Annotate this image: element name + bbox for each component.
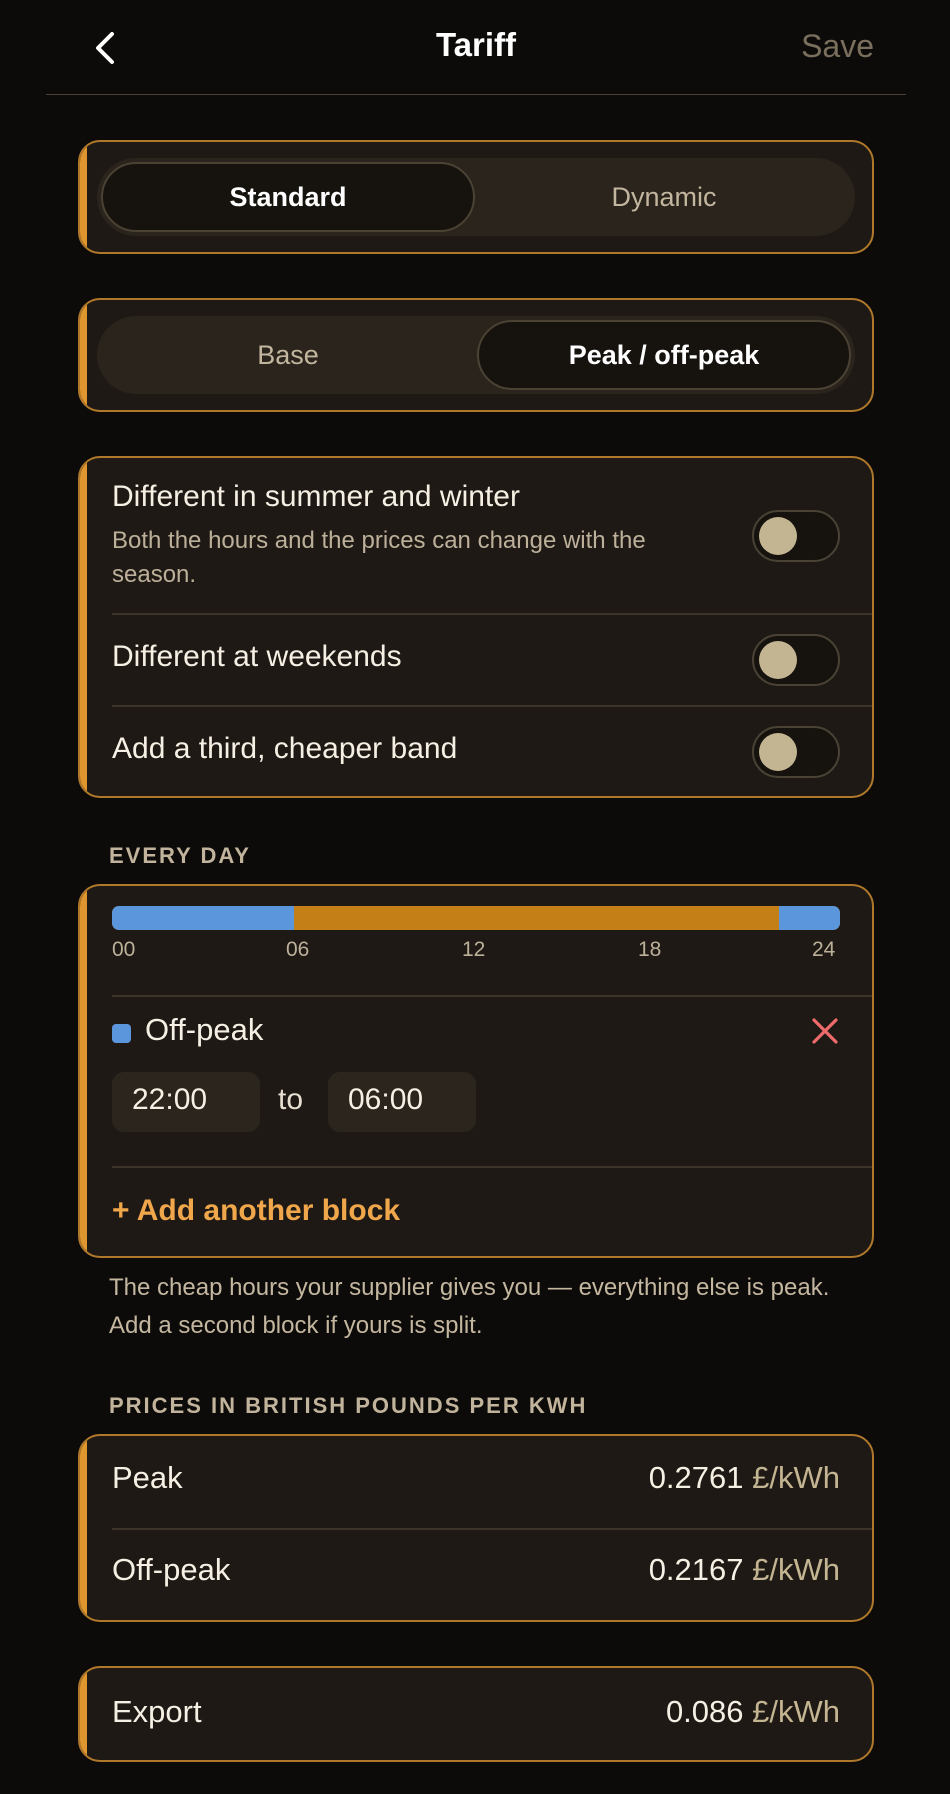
divider [112, 613, 872, 615]
options-card: Different in summer and winter Both the … [78, 456, 874, 798]
price-unit: £/kWh [752, 1694, 840, 1729]
page-title: Tariff [435, 26, 517, 63]
off-peak-price-label: Off-peak [112, 1552, 231, 1587]
timeline-off-peak-morning [112, 906, 294, 930]
schedule-card: 00 06 12 18 24 Off-peak 22:00 to 06:00 +… [78, 884, 874, 1258]
tick-label: 12 [462, 938, 486, 961]
toggle-knob [759, 517, 797, 555]
export-price-value: 0.086 [665, 1694, 744, 1729]
schedule-section-label: EVERY DAY [109, 843, 251, 868]
peak-price-value: 0.2761 [648, 1460, 744, 1495]
toggle-knob [759, 733, 797, 771]
weekends-title: Different at weekends [112, 640, 402, 673]
save-button[interactable]: Save [801, 28, 874, 65]
day-timeline-bar [112, 906, 840, 930]
off-peak-color-swatch [112, 1024, 131, 1043]
block-start-time-field[interactable]: 22:00 [112, 1072, 260, 1132]
off-peak-price-value: 0.2167 [648, 1552, 744, 1587]
tick-label: 00 [112, 938, 136, 961]
off-peak-block: Off-peak 22:00 to 06:00 [80, 996, 872, 1166]
tariff-type-card: Standard Dynamic [78, 140, 874, 254]
close-icon[interactable] [808, 1014, 842, 1048]
prices-card: Peak 0.2761 £/kWh Off-peak 0.2167 £/kWh [78, 1434, 874, 1622]
peak-price-input[interactable]: 0.2761 £/kWh [649, 1460, 840, 1496]
tariff-mode-segmented-control: Base Peak / off-peak [97, 316, 855, 394]
seasonal-title: Different in summer and winter [112, 480, 520, 513]
export-card: Export 0.086 £/kWh [78, 1666, 874, 1762]
divider [112, 1166, 872, 1168]
price-unit: £/kWh [752, 1552, 840, 1587]
tariff-type-standard[interactable]: Standard [101, 162, 475, 232]
tariff-mode-base[interactable]: Base [101, 320, 475, 390]
divider [112, 1528, 872, 1530]
prices-section-label: PRICES IN BRITISH POUNDS PER KWH [109, 1393, 588, 1418]
peak-price-label: Peak [112, 1460, 183, 1495]
timeline-off-peak-evening [779, 906, 840, 930]
third-band-title: Add a third, cheaper band [112, 732, 458, 765]
seasonal-toggle[interactable] [752, 510, 840, 562]
top-bar: Tariff Save [46, 0, 906, 95]
schedule-helper-text: The cheap hours your supplier gives you … [109, 1274, 830, 1339]
seasonal-subtitle: Both the hours and the prices can change… [112, 527, 646, 588]
weekends-toggle[interactable] [752, 634, 840, 686]
tariff-type-segmented-control: Standard Dynamic [97, 158, 855, 236]
band-name: Off-peak [145, 1012, 264, 1047]
toggle-knob [759, 641, 797, 679]
price-unit: £/kWh [752, 1460, 840, 1495]
to-label: to [278, 1083, 304, 1116]
export-price-input[interactable]: 0.086 £/kWh [666, 1694, 840, 1730]
block-end-time-field[interactable]: 06:00 [328, 1072, 476, 1132]
tariff-mode-peak-off-peak[interactable]: Peak / off-peak [477, 320, 851, 390]
divider [112, 705, 872, 707]
tick-label: 06 [286, 938, 310, 961]
add-another-block-button[interactable]: + Add another block [112, 1194, 400, 1228]
export-price-label: Export [112, 1694, 202, 1729]
tick-label: 24 [812, 938, 836, 961]
tariff-mode-card: Base Peak / off-peak [78, 298, 874, 412]
third-band-toggle[interactable] [752, 726, 840, 778]
off-peak-price-input[interactable]: 0.2167 £/kWh [649, 1552, 840, 1588]
tick-label: 18 [638, 938, 662, 961]
tariff-type-dynamic[interactable]: Dynamic [477, 162, 851, 232]
